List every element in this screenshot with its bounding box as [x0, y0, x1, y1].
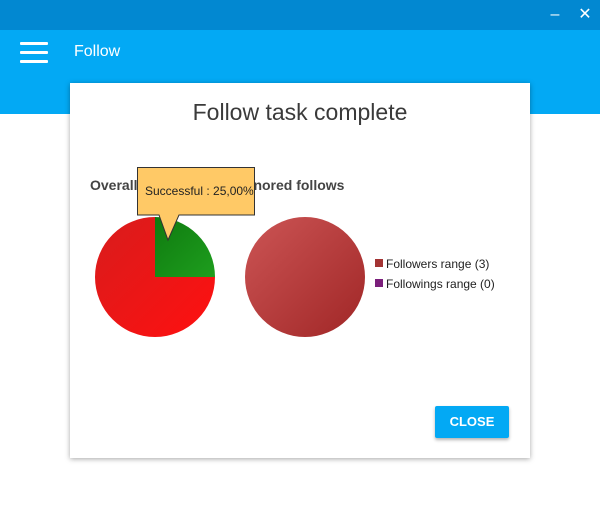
legend-swatch: [375, 259, 383, 267]
ignored-pie-chart: [245, 217, 365, 337]
overall-chart-title: Overall: [90, 177, 138, 193]
chart-tooltip: [137, 167, 255, 242]
app-title: Follow: [74, 43, 121, 60]
window-titlebar: – ✕: [0, 0, 600, 30]
dialog-title: Follow task complete: [192, 99, 408, 125]
hamburger-menu-icon[interactable]: [20, 42, 48, 64]
close-window-button[interactable]: ✕: [570, 0, 600, 30]
legend-label: Followers range (3): [386, 257, 490, 271]
close-button[interactable]: CLOSE: [435, 406, 509, 438]
ignored-chart-title: Ignored follows: [241, 177, 345, 193]
minimize-button[interactable]: –: [540, 0, 570, 30]
tooltip-text: Successful : 25,00%: [145, 184, 254, 198]
legend-label: Followings range (0): [386, 277, 495, 291]
legend-swatch: [375, 279, 383, 287]
legend-item-followers: Followers range (3): [375, 257, 489, 271]
pie-slice-followers-range[interactable]: [245, 217, 365, 337]
legend-item-followings: Followings range (0): [375, 277, 495, 291]
